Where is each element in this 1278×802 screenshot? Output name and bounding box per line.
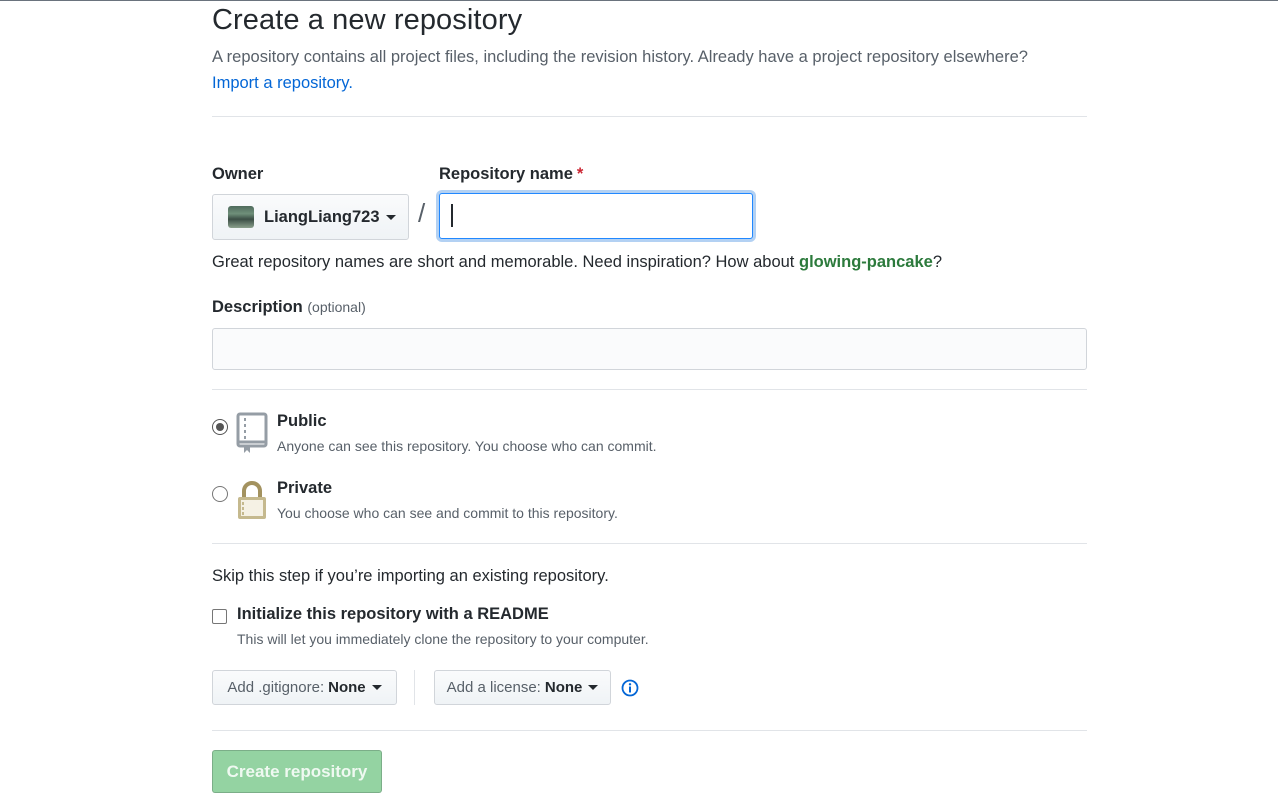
repo-name-hint-text: Great repository names are short and mem… xyxy=(212,253,795,271)
info-icon[interactable] xyxy=(621,679,639,697)
public-note: Anyone can see this repository. You choo… xyxy=(277,438,657,454)
divider xyxy=(212,389,1087,390)
private-note: You choose who can see and commit to thi… xyxy=(277,505,618,521)
optional-note: (optional) xyxy=(307,299,366,315)
description-input[interactable] xyxy=(212,328,1087,370)
repo-name-hint-suffix: ? xyxy=(932,253,943,271)
repo-name-label: Repository name * xyxy=(439,165,583,184)
gitignore-select-button[interactable]: Add .gitignore: None xyxy=(212,670,397,705)
public-radio[interactable] xyxy=(212,419,228,435)
readme-note: This will let you immediately clone the … xyxy=(237,631,649,647)
private-title: Private xyxy=(277,479,333,497)
page-description-text: A repository contains all project files,… xyxy=(212,48,1028,66)
divider xyxy=(212,543,1087,544)
skip-step-note: Skip this step if you’re importing an ex… xyxy=(212,567,609,585)
repo-name-label-text: Repository name xyxy=(439,165,573,183)
import-repository-link[interactable]: Import a repository. xyxy=(212,74,353,92)
owner-label: Owner xyxy=(212,165,264,183)
description-label-text: Description xyxy=(212,298,303,316)
repo-name-suggestion[interactable]: glowing-pancake xyxy=(799,253,933,271)
chevron-down-icon xyxy=(588,685,599,690)
repo-name-input[interactable] xyxy=(439,193,753,239)
description-label: Description (optional) xyxy=(212,298,366,317)
license-select-button[interactable]: Add a license: None xyxy=(434,670,611,705)
required-marker: * xyxy=(576,165,584,183)
text-cursor xyxy=(451,204,453,227)
page-description: A repository contains all project files,… xyxy=(212,44,1087,96)
chevron-down-icon xyxy=(371,685,382,690)
license-value: None xyxy=(544,679,583,696)
owner-repo-separator: / xyxy=(418,198,426,228)
button-separator xyxy=(414,670,415,705)
top-border xyxy=(0,0,1278,1)
gitignore-value: None xyxy=(328,679,366,696)
page-title: Create a new repository xyxy=(212,4,523,36)
repo-book-icon xyxy=(236,412,268,453)
public-title: Public xyxy=(277,412,327,430)
divider xyxy=(212,730,1087,731)
divider xyxy=(212,116,1087,117)
repo-name-hint: Great repository names are short and mem… xyxy=(212,253,942,272)
gitignore-label: Add .gitignore: xyxy=(227,679,325,696)
owner-select-button[interactable]: LiangLiang723 xyxy=(212,194,409,240)
license-label: Add a license: xyxy=(446,679,541,696)
private-radio[interactable] xyxy=(212,486,228,502)
chevron-down-icon xyxy=(385,214,396,220)
avatar xyxy=(228,206,254,228)
readme-label[interactable]: Initialize this repository with a README xyxy=(237,605,549,624)
readme-checkbox[interactable] xyxy=(212,609,227,624)
lock-icon xyxy=(238,481,266,519)
owner-name: LiangLiang723 xyxy=(264,207,380,226)
create-repository-button[interactable]: Create repository xyxy=(212,750,382,793)
